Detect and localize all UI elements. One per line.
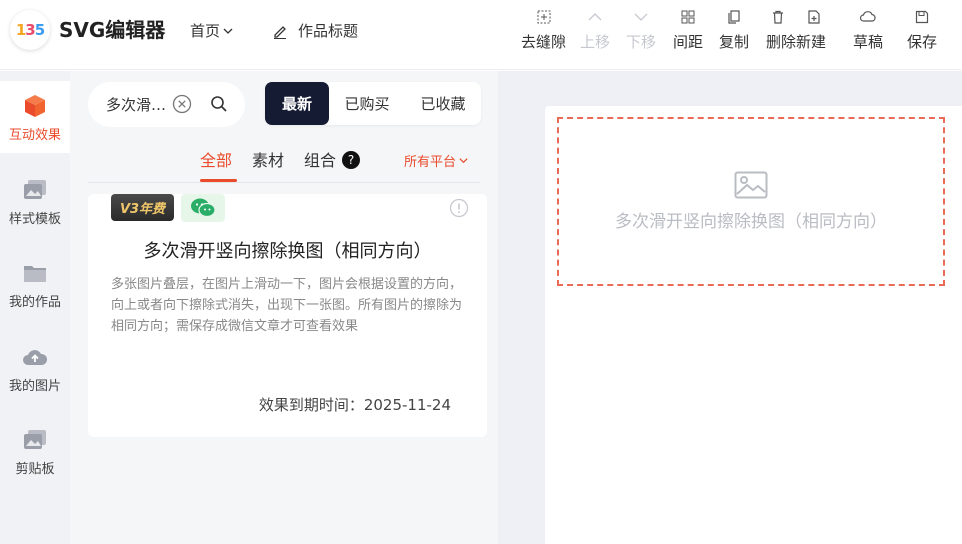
- chevron-down-icon: [459, 158, 468, 164]
- tab-all[interactable]: 全部: [200, 147, 232, 181]
- left-sidebar: 互动效果 样式模板 我的作品 我的图片 剪贴板: [0, 71, 70, 544]
- search-button[interactable]: [210, 95, 228, 117]
- card-expire-date: 效果到期时间：2025-11-24: [258, 396, 451, 414]
- effects-panel: 多次滑开竖向擦除换图 最新 已购买 已收藏 全部 素材 组合? 所有平台 V3年…: [70, 71, 498, 544]
- platform-filter[interactable]: 所有平台: [404, 151, 469, 170]
- sidebar-item-clipboard[interactable]: 剪贴板: [0, 415, 70, 487]
- platform-filter-label: 所有平台: [404, 155, 457, 170]
- category-tabs: 全部 素材 组合?: [200, 147, 361, 181]
- cube-icon: [25, 94, 45, 117]
- search-icon: [211, 96, 227, 112]
- image-icon: [734, 171, 768, 199]
- delete-new-button[interactable]: 删除新建: [766, 6, 826, 52]
- move-up-button[interactable]: 上移: [580, 6, 610, 52]
- sort-purchased[interactable]: 已购买: [329, 82, 405, 125]
- clipboard-icon: [24, 429, 46, 449]
- placeholder-text: 多次滑开竖向擦除换图（相同方向）: [615, 212, 887, 232]
- card-title: 多次滑开竖向擦除换图（相同方向）: [143, 241, 432, 262]
- v3-annual-badge: V3年费: [111, 194, 174, 221]
- spacing-icon: [681, 10, 695, 24]
- info-icon: [449, 198, 469, 218]
- save-button[interactable]: 保存: [907, 6, 937, 52]
- remove-gap-button[interactable]: 去缝隙: [521, 6, 566, 52]
- arrow-up-icon: [588, 13, 602, 21]
- editor-page[interactable]: 多次滑开竖向擦除换图（相同方向）: [545, 106, 962, 544]
- trash-icon: [773, 10, 783, 24]
- template-icon: [24, 179, 46, 199]
- cloud-icon: [859, 11, 876, 22]
- search-input[interactable]: 多次滑开竖向擦除换图: [106, 94, 174, 115]
- info-button[interactable]: [449, 198, 469, 222]
- save-icon: [915, 10, 929, 24]
- new-file-icon: [808, 10, 820, 24]
- canvas-area: 多次滑开竖向擦除换图（相同方向）: [498, 71, 962, 544]
- tab-combos[interactable]: 组合?: [304, 147, 361, 181]
- gap-icon: [537, 10, 550, 24]
- clear-search-button[interactable]: [172, 94, 192, 118]
- card-description: 多张图片叠层，在图片上滑动一下，图片会根据设置的方向，向上或者向下擦除式消失，出…: [111, 277, 463, 334]
- tab-materials[interactable]: 素材: [252, 147, 284, 181]
- toolbar: 去缝隙 上移 下移 间距 复制 删除新建 草稿 保存: [0, 6, 962, 56]
- divider: [88, 182, 480, 183]
- wechat-badge: [181, 194, 225, 222]
- sidebar-item-interactive-effects[interactable]: 互动效果: [0, 81, 70, 153]
- sort-favorites[interactable]: 已收藏: [405, 82, 481, 125]
- image-placeholder[interactable]: 多次滑开竖向擦除换图（相同方向）: [557, 117, 945, 286]
- draft-button[interactable]: 草稿: [853, 6, 883, 52]
- sidebar-item-my-images[interactable]: 我的图片: [0, 332, 70, 404]
- copy-button[interactable]: 复制: [719, 6, 749, 52]
- clear-icon: [172, 94, 192, 114]
- cloud-upload-icon: [23, 349, 48, 365]
- sort-latest[interactable]: 最新: [265, 82, 329, 125]
- effect-card[interactable]: V3年费 多次滑开竖向擦除换图（相同方向） 多张图片叠层，在图片上滑动一下，图片…: [88, 194, 487, 437]
- sidebar-item-style-templates[interactable]: 样式模板: [0, 165, 70, 237]
- copy-icon: [728, 10, 740, 24]
- arrow-down-icon: [634, 13, 648, 21]
- search-box[interactable]: 多次滑开竖向擦除换图: [88, 82, 245, 127]
- top-bar: 135 SVG编辑器 首页 作品标题 去缝隙 上移 下移 间距 复制 删除新建 …: [0, 0, 962, 70]
- tab-combos-label: 组合: [304, 151, 337, 170]
- sidebar-item-my-works[interactable]: 我的作品: [0, 248, 70, 320]
- folder-icon: [24, 265, 46, 282]
- move-down-button[interactable]: 下移: [626, 6, 656, 52]
- wechat-icon: [191, 198, 216, 218]
- spacing-button[interactable]: 间距: [673, 6, 703, 52]
- help-icon[interactable]: ?: [342, 151, 361, 169]
- sort-tabs: 最新 已购买 已收藏: [265, 82, 481, 125]
